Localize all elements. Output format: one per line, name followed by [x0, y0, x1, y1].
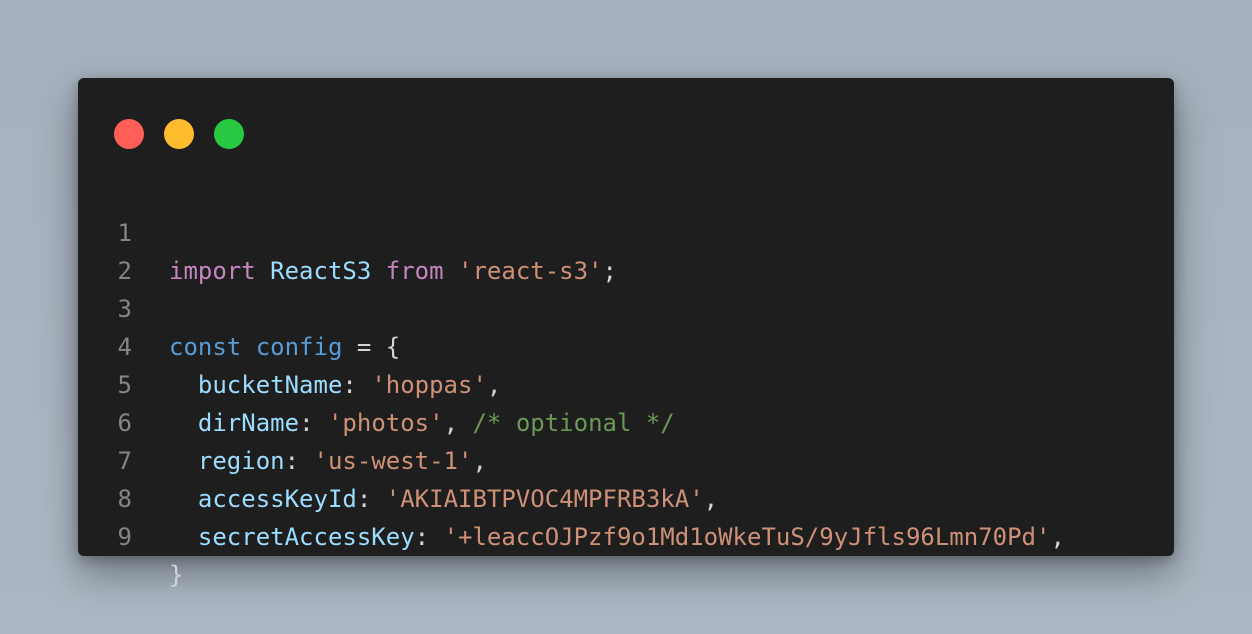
code-line-6: 6 region: 'us-west-1', — [78, 366, 1174, 475]
code-line-8: 8 secretAccessKey: '+leaccOJPzf9o1Md1oWk… — [78, 442, 1174, 551]
code-line-1: 1 import ReactS3 from 'react-s3'; — [78, 176, 1174, 285]
code-window: 1 import ReactS3 from 'react-s3'; 2 3 co… — [78, 78, 1174, 589]
window-controls — [114, 119, 244, 149]
line-number: 9 — [117, 523, 132, 551]
code-line-2: 2 — [78, 214, 1174, 285]
close-brace: } — [169, 561, 184, 589]
code-line-9: 9 } — [78, 480, 1174, 589]
maximize-dot-icon — [214, 119, 244, 149]
property-value: '+leaccOJPzf9o1Md1oWkeTuS/9yJfls96Lmn70P… — [443, 523, 1051, 551]
colon: : — [414, 523, 430, 551]
close-dot-icon — [114, 119, 144, 149]
line-source: } — [169, 556, 183, 594]
code-block: 1 import ReactS3 from 'react-s3'; 2 3 co… — [78, 176, 1174, 589]
code-line-4: 4 bucketName: 'hoppas', — [78, 290, 1174, 399]
code-line-7: 7 accessKeyId: 'AKIAIBTPVOC4MPFRB3kA', — [78, 404, 1174, 513]
code-line-5: 5 dirName: 'photos', /* optional */ — [78, 328, 1174, 437]
line-source: secretAccessKey: '+leaccOJPzf9o1Md1oWkeT… — [169, 518, 1065, 556]
property-key: secretAccessKey — [197, 523, 415, 551]
code-line-3: 3 const config = { — [78, 252, 1174, 361]
comma: , — [1050, 523, 1065, 551]
minimize-dot-icon — [164, 119, 194, 149]
